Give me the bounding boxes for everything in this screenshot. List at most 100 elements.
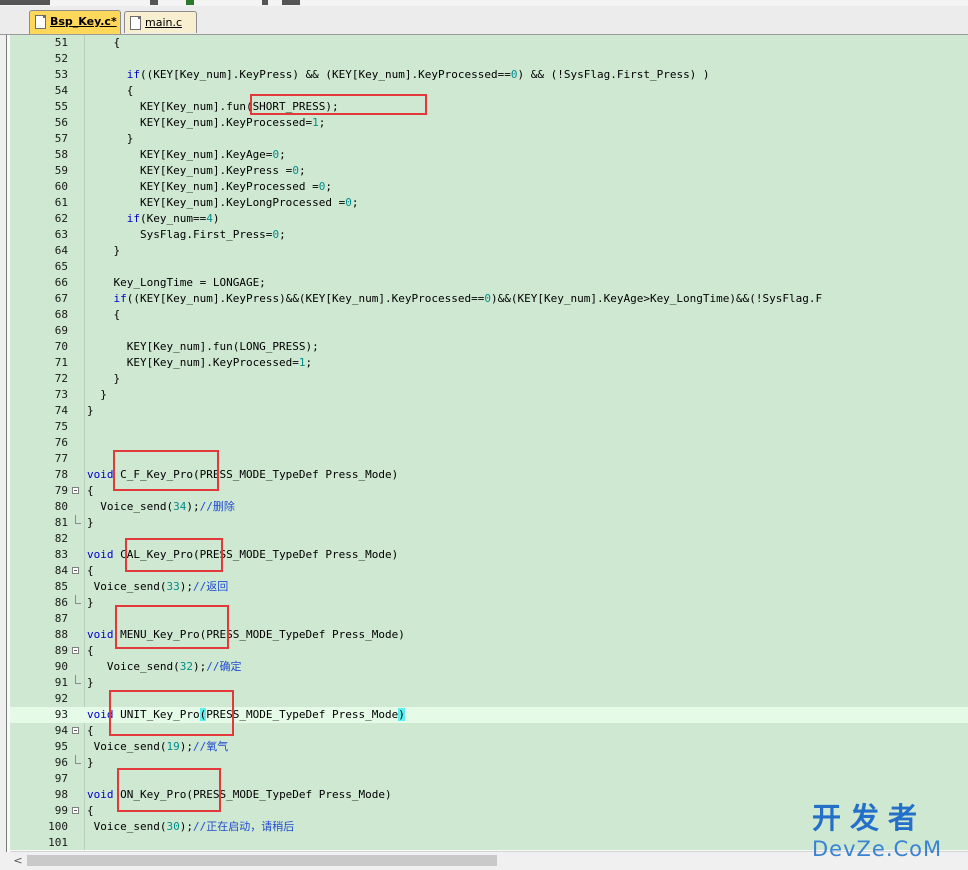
- code-token: 0: [510, 68, 518, 81]
- code-line[interactable]: 96}: [10, 755, 968, 771]
- code-line[interactable]: 90 Voice_send(32);//确定: [10, 659, 968, 675]
- code-line[interactable]: 65: [10, 259, 968, 275]
- code-text: Voice_send(34);//删除: [87, 499, 235, 515]
- code-line[interactable]: 74}: [10, 403, 968, 419]
- tab-label: main.c: [145, 16, 183, 29]
- code-line[interactable]: 56 KEY[Key_num].KeyProcessed=1;: [10, 115, 968, 131]
- code-line[interactable]: 58 KEY[Key_num].KeyAge=0;: [10, 147, 968, 163]
- code-line[interactable]: 92: [10, 691, 968, 707]
- code-token: {: [87, 308, 121, 321]
- code-line[interactable]: 83 void CAL_Key_Pro(PRESS_MODE_TypeDef Pr…: [10, 547, 968, 563]
- code-line[interactable]: 76: [10, 435, 968, 451]
- code-token: }: [87, 516, 94, 529]
- code-line[interactable]: 67 if((KEY[Key_num].KeyPress)&&(KEY[Key_…: [10, 291, 968, 307]
- code-line[interactable]: 60 KEY[Key_num].KeyProcessed =0;: [10, 179, 968, 195]
- code-text: Voice_send(19);//氧气: [87, 739, 229, 755]
- code-line[interactable]: 86}: [10, 595, 968, 611]
- code-line[interactable]: 55 KEY[Key_num].fun(SHORT_PRESS);: [10, 99, 968, 115]
- code-text: }: [87, 243, 120, 259]
- code-line[interactable]: 84 {: [10, 563, 968, 579]
- code-line[interactable]: 54 {: [10, 83, 968, 99]
- code-line[interactable]: 80 Voice_send(34);//删除: [10, 499, 968, 515]
- code-line[interactable]: 53 if((KEY[Key_num].KeyPress) && (KEY[Ke…: [10, 67, 968, 83]
- tab-bsp-key-c[interactable]: Bsp_Key.c*: [29, 10, 121, 34]
- code-line[interactable]: 57 }: [10, 131, 968, 147]
- code-line[interactable]: 94 {: [10, 723, 968, 739]
- line-number: 79: [54, 484, 68, 497]
- code-line[interactable]: 69: [10, 323, 968, 339]
- code-text: {: [87, 83, 134, 99]
- fold-toggle-icon[interactable]: [72, 567, 79, 574]
- code-line[interactable]: 52: [10, 51, 968, 67]
- code-text: }: [87, 595, 94, 611]
- code-line[interactable]: 70 KEY[Key_num].fun(LONG_PRESS);: [10, 339, 968, 355]
- fold-toggle-icon[interactable]: [72, 727, 79, 734]
- code-token: 19: [166, 740, 180, 753]
- line-number: 95: [54, 740, 68, 753]
- code-token: ;: [298, 164, 306, 177]
- code-line[interactable]: 62 if(Key_num==4): [10, 211, 968, 227]
- fold-toggle-icon[interactable]: [72, 647, 79, 654]
- code-line[interactable]: 89 {: [10, 643, 968, 659]
- code-token: 0: [484, 292, 491, 305]
- line-number: 80: [54, 500, 68, 513]
- code-text: KEY[Key_num].fun(LONG_PRESS);: [87, 339, 319, 355]
- fold-toggle-icon[interactable]: [72, 807, 79, 814]
- code-line[interactable]: 71 KEY[Key_num].KeyProcessed=1;: [10, 355, 968, 371]
- code-line[interactable]: 59 KEY[Key_num].KeyPress =0;: [10, 163, 968, 179]
- code-line[interactable]: 87: [10, 611, 968, 627]
- code-line[interactable]: 100 Voice_send(30);//正在启动，请稍后: [10, 819, 968, 835]
- code-line[interactable]: 73 }: [10, 387, 968, 403]
- code-line[interactable]: 77: [10, 451, 968, 467]
- line-number: 60: [54, 180, 68, 193]
- code-line[interactable]: 93 void UNIT_Key_Pro(PRESS_MODE_TypeDef P…: [10, 707, 968, 723]
- code-line[interactable]: 61 KEY[Key_num].KeyLongProcessed =0;: [10, 195, 968, 211]
- code-line[interactable]: 95 Voice_send(19);//氧气: [10, 739, 968, 755]
- tab-label: Bsp_Key.c*: [50, 15, 117, 28]
- scrollbar-thumb[interactable]: [27, 855, 497, 866]
- code-line[interactable]: 91}: [10, 675, 968, 691]
- code-text: {: [87, 307, 120, 323]
- line-number: 75: [54, 420, 68, 433]
- code-line[interactable]: 85 Voice_send(33);//返回: [10, 579, 968, 595]
- code-token: Voice_send(: [87, 740, 167, 753]
- code-token: ): [398, 708, 405, 721]
- code-token: void: [87, 628, 114, 641]
- code-line[interactable]: 79 {: [10, 483, 968, 499]
- scroll-left-icon[interactable]: <: [10, 852, 26, 869]
- code-line[interactable]: 97: [10, 771, 968, 787]
- code-token: void: [87, 548, 114, 561]
- code-token: if: [126, 212, 140, 225]
- code-line[interactable]: 98 void ON_Key_Pro(PRESS_MODE_TypeDef Pre…: [10, 787, 968, 803]
- code-token: }: [87, 404, 94, 417]
- code-line[interactable]: 78 void C_F_Key_Pro(PRESS_MODE_TypeDef Pr…: [10, 467, 968, 483]
- code-editor[interactable]: 51 {52 53 if((KEY[Key_num].KeyPress) && (…: [10, 35, 968, 850]
- line-number: 69: [54, 324, 68, 337]
- code-line[interactable]: 82: [10, 531, 968, 547]
- code-line[interactable]: 51 {: [10, 35, 968, 51]
- tab-main-c[interactable]: main.c: [124, 11, 197, 33]
- horizontal-scrollbar[interactable]: <: [10, 851, 968, 870]
- fold-toggle-icon[interactable]: [72, 487, 79, 494]
- code-line[interactable]: 68 {: [10, 307, 968, 323]
- code-line[interactable]: 101: [10, 835, 968, 850]
- code-text: SysFlag.First_Press=0;: [87, 227, 286, 243]
- line-number: 92: [54, 692, 68, 705]
- code-line[interactable]: 81}: [10, 515, 968, 531]
- line-number: 58: [54, 148, 68, 161]
- code-line[interactable]: 64 }: [10, 243, 968, 259]
- code-line[interactable]: 66 Key_LongTime = LONGAGE;: [10, 275, 968, 291]
- code-line[interactable]: 63 SysFlag.First_Press=0;: [10, 227, 968, 243]
- line-number: 61: [54, 196, 68, 209]
- code-text: Voice_send(32);//确定: [87, 659, 242, 675]
- code-token: }: [87, 676, 94, 689]
- code-line[interactable]: 75: [10, 419, 968, 435]
- code-token: (Key_num==: [140, 212, 207, 225]
- code-line[interactable]: 99 {: [10, 803, 968, 819]
- code-token: }: [87, 388, 107, 401]
- code-token: KEY[Key_num].KeyAge=: [87, 148, 273, 161]
- code-line[interactable]: 72 }: [10, 371, 968, 387]
- code-line[interactable]: 88 void MENU_Key_Pro(PRESS_MODE_TypeDef P…: [10, 627, 968, 643]
- line-number: 53: [54, 68, 68, 81]
